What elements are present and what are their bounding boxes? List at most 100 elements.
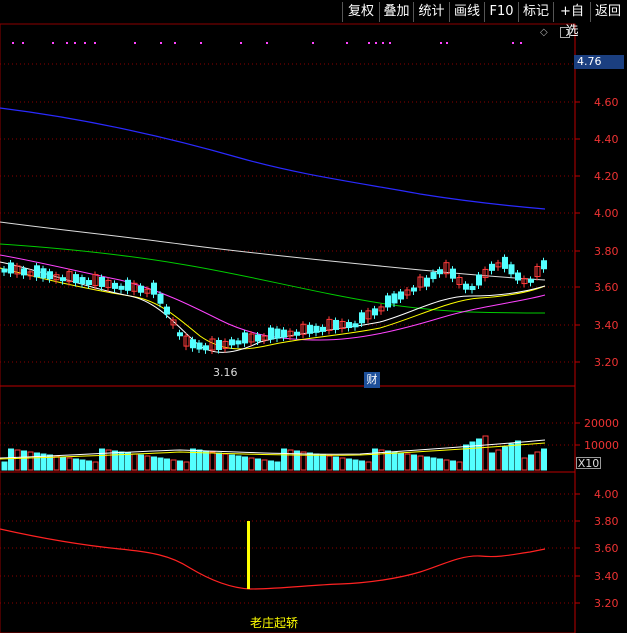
scroll-icon[interactable]: [560, 27, 570, 38]
overlay-button[interactable]: 叠加: [379, 2, 413, 22]
candle-body: [235, 340, 242, 345]
price-tick: 4.20: [594, 170, 619, 183]
draw-line-button[interactable]: 画线: [449, 2, 484, 22]
event-dot: [74, 42, 76, 44]
volume-bar: [365, 461, 372, 471]
candle-body: [229, 339, 235, 346]
candle-body: [1, 268, 8, 273]
candle-body: [359, 312, 365, 324]
stock-chart[interactable]: 4.60 4.40 4.20 4.00 3.80 3.60 3.40 3.20 …: [0, 0, 627, 633]
volume-bar: [242, 456, 248, 471]
volume-bar: [437, 458, 443, 471]
fuquan-button[interactable]: 复权: [342, 2, 379, 22]
candle-body: [268, 327, 274, 340]
candle-body: [86, 280, 92, 286]
indicator-tick: 3.20: [594, 597, 619, 610]
volume-bar: [209, 451, 216, 471]
f10-button[interactable]: F10: [484, 2, 518, 22]
finance-badge[interactable]: 财: [364, 372, 380, 388]
volume-bar: [398, 452, 404, 471]
ma-magenta-line: [0, 254, 546, 341]
candle-body: [190, 339, 196, 349]
candle-body: [508, 264, 515, 275]
price-tick: 3.60: [594, 281, 619, 294]
volume-bar: [333, 456, 339, 471]
volume-bar: [248, 457, 255, 471]
volume-bar: [534, 451, 541, 471]
candle-body: [346, 322, 352, 329]
volume-bar: [164, 458, 170, 471]
volume-bar: [528, 454, 534, 471]
volume-bar: [326, 455, 333, 471]
event-dot: [512, 42, 514, 44]
volume-bar: [66, 457, 73, 471]
candle-body: [489, 263, 495, 271]
volume-bar: [222, 453, 229, 471]
volume-bar: [138, 454, 144, 471]
mark-button[interactable]: 标记: [518, 2, 553, 22]
price-tick: 3.80: [594, 245, 619, 258]
current-price-box: 4.76: [574, 55, 624, 69]
back-button[interactable]: 返回: [590, 2, 625, 22]
candle-body: [242, 332, 248, 344]
add-watchlist-button[interactable]: +自选: [553, 2, 590, 39]
candle-body: [118, 285, 125, 290]
volume-bar: [125, 452, 131, 471]
volume-bar: [27, 451, 34, 471]
price-tick: 4.00: [594, 207, 619, 220]
candle-body: [437, 269, 443, 275]
volume-bar: [99, 448, 105, 471]
volume-bar: [1, 461, 8, 471]
event-dot: [312, 42, 314, 44]
volume-multiplier: X10: [576, 457, 601, 470]
candle-body: [34, 265, 40, 278]
volume-bar: [268, 460, 274, 471]
candle-body: [320, 326, 326, 332]
volume-bar: [320, 454, 326, 471]
volume-bar: [476, 438, 482, 471]
diamond-icon[interactable]: ◇: [540, 27, 548, 38]
volume-bar: [430, 457, 437, 471]
volume-bar: [92, 461, 99, 471]
candle-body: [21, 268, 27, 276]
volume-bar: [411, 454, 417, 471]
price-tick: 3.40: [594, 319, 619, 332]
volume-bar: [60, 456, 66, 471]
price-tick: 4.60: [594, 96, 619, 109]
volume-bar: [177, 460, 183, 471]
volume-bar: [203, 450, 209, 471]
candle-body: [424, 277, 430, 287]
candle-body: [411, 287, 417, 292]
volume-bar: [502, 446, 508, 471]
volume-bar: [261, 459, 268, 471]
volume-tick: 20000: [584, 417, 619, 430]
volume-bar: [34, 452, 40, 471]
indicator-tick: 3.60: [594, 542, 619, 555]
volume-bar: [541, 448, 547, 471]
event-label: 老庄起轿: [250, 616, 299, 630]
event-dot: [382, 42, 384, 44]
volume-bar: [443, 459, 450, 471]
volume-bar: [508, 443, 515, 471]
candle-body: [274, 328, 281, 339]
volume-bar: [73, 458, 79, 471]
volume-bar: [216, 452, 222, 471]
volume-bar: [112, 450, 118, 471]
volume-bar: [131, 453, 138, 471]
event-dot: [240, 42, 242, 44]
volume-bar: [521, 457, 528, 471]
candle-body: [281, 329, 287, 338]
volume-bar: [151, 456, 157, 471]
stats-button[interactable]: 统计: [413, 2, 449, 22]
event-dot: [368, 42, 370, 44]
candle-body: [73, 274, 79, 284]
candle-body: [515, 272, 521, 281]
candle-body: [151, 282, 157, 295]
volume-bar: [450, 460, 456, 471]
volume-bar: [281, 448, 287, 471]
candle-body: [450, 268, 456, 279]
event-dot: [66, 42, 68, 44]
event-dot: [389, 42, 391, 44]
indicator-tick: 4.00: [594, 488, 619, 501]
volume-bar: [144, 455, 151, 471]
